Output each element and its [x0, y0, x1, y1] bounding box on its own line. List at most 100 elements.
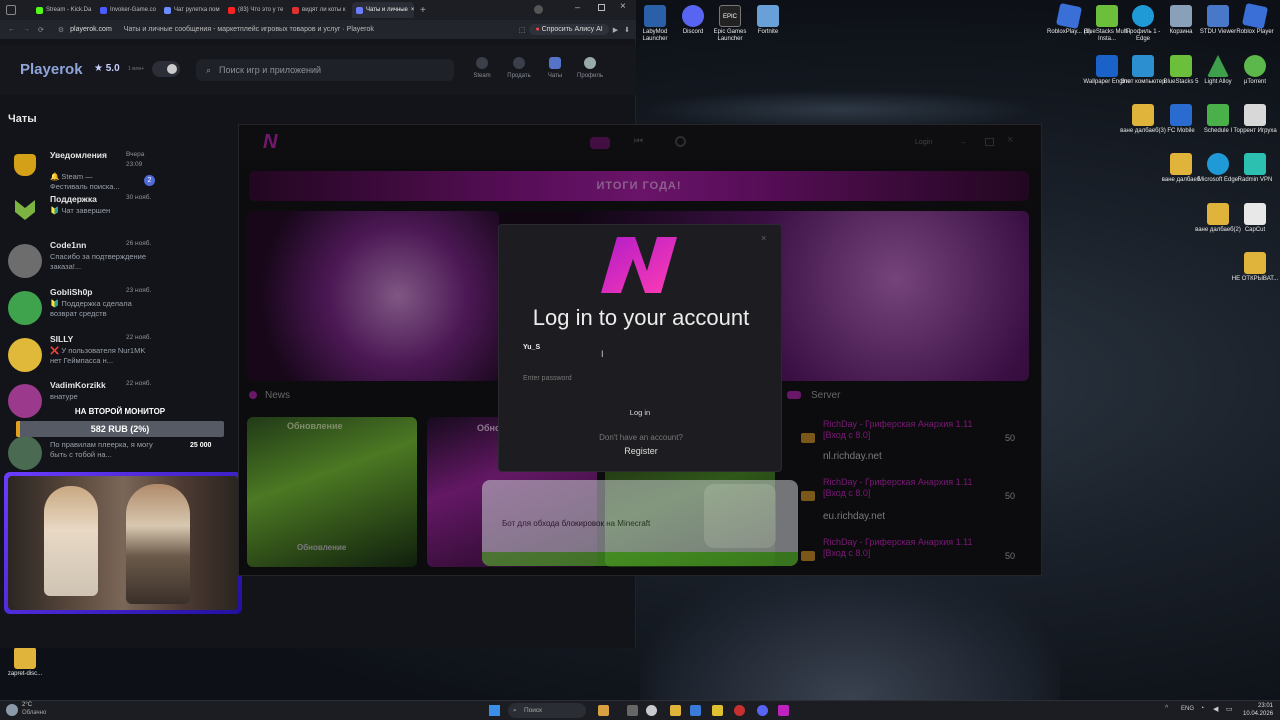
password-input[interactable]: Enter password: [513, 368, 767, 390]
extensions-icon[interactable]: ▶: [613, 26, 618, 34]
tray-chevron-icon[interactable]: ^: [1165, 705, 1168, 712]
chat-preview: ❌ У пользователя Nur1MK нет Геймпасса н.…: [50, 346, 146, 365]
theme-toggle[interactable]: [152, 61, 180, 77]
fc-mobile-icon: [1170, 104, 1192, 126]
promo-button[interactable]: [482, 552, 798, 566]
language-indicator[interactable]: ENG: [1181, 706, 1194, 712]
nav-steam[interactable]: Steam: [467, 57, 497, 79]
desktop-icon-radmin[interactable]: Radmin VPN: [1230, 153, 1280, 184]
tab-kick[interactable]: Stream - Kick.Da: [32, 2, 94, 18]
chat-item-support[interactable]: Поддержка 30 нояб. 🔰 Чат завершен: [8, 194, 158, 238]
tab-invoker[interactable]: Invoker-Game.co: [96, 2, 158, 18]
nav-profile[interactable]: Профиль: [575, 57, 605, 79]
search-icon: ⌕: [206, 64, 212, 75]
chat-date: 22 нояб.: [126, 334, 152, 341]
login-modal: × Log in to your account Yu_S I Enter pa…: [498, 224, 782, 472]
chat-name: SILLY: [50, 334, 74, 344]
clock[interactable]: 23:01 10.04.2026: [1243, 702, 1273, 718]
downloads-icon[interactable]: ⬇: [624, 26, 630, 34]
tab-playerok[interactable]: Чаты и личные ×: [352, 2, 414, 18]
search-input[interactable]: ⌕ Поиск игр и приложений: [196, 59, 454, 81]
modal-title: Log in to your account: [532, 305, 750, 330]
promo-shield-icon: [704, 484, 776, 548]
desktop-icon-capcut[interactable]: CapCut: [1230, 203, 1280, 234]
close-window-icon[interactable]: ×: [620, 1, 626, 12]
weather-temp: 2°C: [22, 702, 33, 708]
desktop-folder-zapret[interactable]: zapret-disc...: [0, 647, 50, 678]
volume-icon[interactable]: ◀: [1213, 705, 1218, 713]
wifi-icon[interactable]: ◔: [1200, 705, 1204, 712]
explorer-icon[interactable]: [670, 705, 681, 716]
bookmark-icon[interactable]: ⬚: [519, 26, 526, 34]
taskbar-app-icon[interactable]: [646, 705, 657, 716]
discord-icon[interactable]: [757, 705, 768, 716]
rating-sub: 1 млн+: [128, 66, 145, 72]
video-icon: [292, 6, 299, 14]
taskbar-search[interactable]: ⌕ Поиск: [508, 703, 586, 718]
folder-icon: [1132, 104, 1154, 126]
site-info-icon[interactable]: ⚙: [58, 26, 64, 34]
minimize-icon[interactable]: –: [575, 2, 580, 12]
folder-icon: [1244, 252, 1266, 274]
playerok-logo[interactable]: Playerok: [20, 61, 83, 78]
light-alloy-icon: [1207, 55, 1229, 77]
folder-icon: [1207, 203, 1229, 225]
yandex-browser-icon[interactable]: [734, 705, 745, 716]
new-tab-icon[interactable]: +: [420, 5, 426, 16]
close-tab-icon[interactable]: ×: [411, 7, 414, 13]
weather-icon[interactable]: [6, 704, 18, 716]
ask-ai-button[interactable]: ● Спросить Алису AI: [529, 24, 609, 35]
person-right: [126, 484, 190, 604]
launcher-taskbar-icon[interactable]: [778, 705, 789, 716]
taskbar-app-icon[interactable]: [712, 705, 723, 716]
desktop-folder-ne-otkryvat[interactable]: НЕ ОТКРЫВАТ...: [1230, 252, 1280, 283]
tab-youtube[interactable]: (83) Что это у те: [224, 2, 286, 18]
capcut-icon: [1244, 203, 1266, 225]
back-icon[interactable]: ←: [8, 26, 15, 33]
chat-preview: Спасибо за подтверждение заказа!...: [50, 252, 147, 271]
folder-icon: [1170, 153, 1192, 175]
taskbar-app-icon[interactable]: [598, 705, 609, 716]
maximize-icon[interactable]: [598, 4, 605, 11]
register-link[interactable]: Register: [499, 446, 783, 456]
search-icon: ⌕: [513, 707, 517, 714]
edge-icon: [1207, 153, 1229, 175]
bluestacks5-icon: [1170, 55, 1192, 77]
chats-heading: Чаты: [8, 113, 37, 125]
nav-chats[interactable]: Чаты: [540, 57, 570, 79]
reload-icon[interactable]: ⟳: [38, 26, 44, 34]
battery-icon[interactable]: ▭: [1226, 705, 1233, 713]
chat-item-goblinshop[interactable]: GobliSh0p 23 нояб. 🔰 Поддержка сделала в…: [8, 287, 158, 331]
desktop-icon-roblox-player[interactable]: Roblox Player: [1230, 2, 1280, 36]
nav-sell[interactable]: Продать: [504, 57, 534, 79]
chat-name: VadimKorzikk: [50, 380, 106, 390]
roblox-player-icon: [1241, 2, 1269, 30]
store-icon[interactable]: [690, 705, 701, 716]
chat-item-vadimkorzikk[interactable]: VadimKorzikk 22 нояб. внатуре: [8, 380, 158, 424]
chat-item-silly[interactable]: SILLY 22 нояб. ❌ У пользователя Nur1MK н…: [8, 334, 158, 378]
forward-icon[interactable]: →: [23, 26, 30, 33]
promo-banner[interactable]: Бот для обхода блокировок на Minecraft: [482, 480, 798, 566]
chat-icon: [549, 57, 561, 69]
tab-chat-roulette[interactable]: Чат рулетка пом: [160, 2, 222, 18]
modal-close-icon[interactable]: ×: [761, 233, 766, 243]
login-submit-button[interactable]: Log in: [513, 403, 767, 423]
url-text[interactable]: playerok.com: [70, 26, 112, 33]
chat-name: Code1nn: [50, 240, 87, 250]
desktop-icon-torrent-igruha[interactable]: Торрент Игруха: [1230, 104, 1280, 135]
task-view-icon[interactable]: [627, 705, 638, 716]
desktop-icon-utorrent[interactable]: µTorrent: [1230, 55, 1280, 86]
sidebar-toggle-icon[interactable]: [6, 5, 16, 15]
chat-item-notifications[interactable]: Уведомления Вчера 23:09 🔔 Steam — Фестив…: [8, 150, 158, 194]
chat-icon: [164, 6, 171, 14]
donation-progress-bar: 582 RUB (2%): [16, 421, 224, 437]
text-cursor-icon: I: [601, 349, 604, 359]
start-icon[interactable]: [489, 705, 500, 716]
chat-item-unknown[interactable]: По правилам плеерка, я могу быть с тобой…: [8, 432, 158, 476]
avatar: [584, 57, 596, 69]
username-input[interactable]: Yu_S: [513, 337, 767, 359]
chat-item-code1nn[interactable]: Code1nn 26 нояб. Спасибо за подтверждени…: [8, 240, 158, 284]
profile-icon[interactable]: [534, 5, 543, 14]
tab-cats[interactable]: видят ли коты к: [288, 2, 350, 18]
desktop-icon-fortnite[interactable]: Fortnite: [743, 5, 793, 36]
